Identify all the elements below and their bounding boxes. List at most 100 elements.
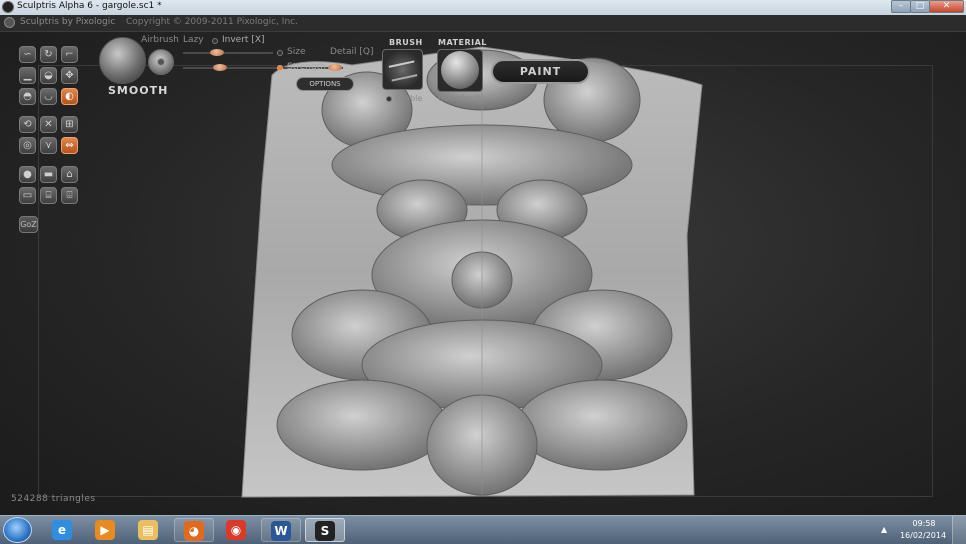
material-name: 00default (438, 94, 482, 104)
rotate-tool[interactable]: ↻ (40, 46, 57, 63)
size-slider-track[interactable] (183, 52, 273, 54)
sphere-icon: ● (23, 169, 32, 180)
firefox-icon: ◕ (184, 521, 204, 541)
maximize-button[interactable]: □ (910, 0, 930, 13)
flatten-icon: ▁ (23, 70, 32, 81)
taskbar: e ▶ ▤ ◕ ◉ W S ▲ 09:58 16/02/2014 (0, 515, 966, 544)
app-name: Sculptris by Pixologic (20, 17, 116, 27)
word-icon: W (271, 521, 291, 541)
taskbar-internet-explorer[interactable]: e (43, 518, 83, 542)
folder-icon: ▤ (138, 520, 158, 540)
brush-falloff-icon[interactable] (148, 49, 174, 75)
brush-texture-swatch[interactable] (382, 49, 423, 90)
size-label: Size (287, 47, 306, 57)
export-tool[interactable]: ⌹ (61, 187, 78, 204)
pixologic-logo-icon (4, 17, 15, 28)
app-header: Sculptris by Pixologic Copyright © 2009-… (0, 15, 966, 32)
taskbar-media-player[interactable]: ▶ (86, 518, 126, 542)
lazy-toggle[interactable]: Lazy (183, 35, 204, 45)
mask-tool[interactable]: ✕ (40, 116, 57, 133)
plane-icon: ▬ (43, 169, 54, 180)
media-player-icon: ▶ (95, 520, 115, 540)
invert-radio[interactable] (212, 38, 218, 44)
smooth-icon: ◐ (65, 91, 74, 102)
export-icon: ⌹ (66, 190, 73, 201)
move-icon: ◎ (23, 140, 32, 151)
symmetry-icon: ⇔ (65, 140, 74, 151)
grab-tool[interactable]: ✥ (61, 67, 78, 84)
scale-icon: ⟲ (23, 119, 32, 130)
window-title: Sculptris Alpha 6 - gargole.sc1 * (17, 1, 162, 11)
reduce-icon: ◡ (44, 91, 53, 102)
inflate-tool[interactable]: ◒ (40, 67, 57, 84)
flatten-tool[interactable]: ▁ (19, 67, 36, 84)
airbrush-toggle[interactable]: Airbrush (141, 35, 179, 45)
minimize-button[interactable]: – (891, 0, 911, 13)
sculptris-icon: S (315, 521, 335, 541)
strength-radio[interactable] (277, 65, 283, 71)
import-tool[interactable]: ⌸ (40, 187, 57, 204)
app-area: Sculptris by Pixologic Copyright © 2009-… (0, 15, 966, 515)
save-tool[interactable]: ▭ (19, 187, 36, 204)
taskbar-word[interactable]: W (261, 518, 301, 542)
start-button[interactable] (3, 517, 32, 543)
grab-icon: ✥ (65, 70, 74, 81)
copyright-text: Copyright © 2009-2011 Pixologic, Inc. (126, 17, 298, 27)
move-tool[interactable]: ◎ (19, 137, 36, 154)
strength-label: Strength (287, 62, 326, 72)
clock-time[interactable]: 09:58 (904, 519, 944, 528)
open-icon: ⌂ (66, 169, 73, 180)
chrome-icon: ◉ (226, 520, 246, 540)
detail-slider-knob[interactable] (328, 64, 342, 71)
crease-tool[interactable]: ⌐ (61, 46, 78, 63)
draw-tool[interactable]: ∽ (19, 46, 36, 63)
subdivide-icon: ⊞ (65, 119, 74, 130)
detail-toggle[interactable]: Detail [Q] (330, 47, 373, 57)
taskbar-firefox[interactable]: ◕ (174, 518, 214, 542)
invert-label: Invert [X] (222, 35, 265, 45)
size-radio[interactable] (277, 50, 283, 56)
inflate-icon: ◒ (44, 70, 53, 81)
open-tool[interactable]: ⌂ (61, 166, 78, 183)
wire-tool[interactable]: ⋎ (40, 137, 57, 154)
sculptris-icon (2, 1, 14, 13)
active-tool-name: SMOOTH (108, 84, 169, 97)
options-button[interactable]: OPTIONS (296, 77, 354, 91)
pinch-tool[interactable]: ◓ (19, 88, 36, 105)
brush-enable-label: Enable (395, 94, 423, 103)
sculpt-viewport[interactable] (232, 35, 712, 513)
import-icon: ⌸ (45, 190, 52, 201)
show-desktop-button[interactable] (952, 516, 966, 544)
brush-preview-sphere (99, 37, 146, 84)
material-title: MATERIAL (438, 38, 487, 47)
close-button[interactable]: ✕ (929, 0, 964, 13)
tray-expand-icon[interactable]: ▲ (881, 525, 887, 534)
taskbar-chrome[interactable]: ◉ (217, 518, 257, 542)
clock-date[interactable]: 16/02/2014 (898, 531, 948, 540)
goz-button[interactable]: GoZ (19, 216, 38, 233)
size-slider-knob[interactable] (210, 49, 224, 56)
material-swatch[interactable] (437, 49, 483, 92)
taskbar-sculptris[interactable]: S (305, 518, 345, 542)
smooth-tool[interactable]: ◐ (61, 88, 78, 105)
new-sphere-tool[interactable]: ● (19, 166, 36, 183)
scale-tool[interactable]: ⟲ (19, 116, 36, 133)
strength-slider-knob[interactable] (213, 64, 227, 71)
triangle-count: 524288 triangles (11, 494, 96, 504)
internet-explorer-icon: e (52, 520, 72, 540)
window-title-bar: Sculptris Alpha 6 - gargole.sc1 * – □ ✕ (0, 0, 966, 16)
save-icon: ▭ (22, 190, 33, 201)
wireframe-icon: ⋎ (44, 140, 53, 151)
subdivide-tool[interactable]: ⊞ (61, 116, 78, 133)
crease-icon: ⌐ (65, 49, 74, 60)
taskbar-file-explorer[interactable]: ▤ (129, 518, 169, 542)
brush-enable-radio[interactable] (386, 96, 392, 102)
reduce-tool[interactable]: ◡ (40, 88, 57, 105)
rotate-icon: ↻ (44, 49, 53, 60)
paint-button[interactable]: PAINT (491, 59, 590, 84)
draw-icon: ∽ (23, 49, 32, 60)
new-plane-tool[interactable]: ▬ (40, 166, 57, 183)
symmetry-tool[interactable]: ⇔ (61, 137, 78, 154)
mask-icon: ✕ (44, 119, 53, 130)
brush-title: BRUSH (389, 38, 423, 47)
